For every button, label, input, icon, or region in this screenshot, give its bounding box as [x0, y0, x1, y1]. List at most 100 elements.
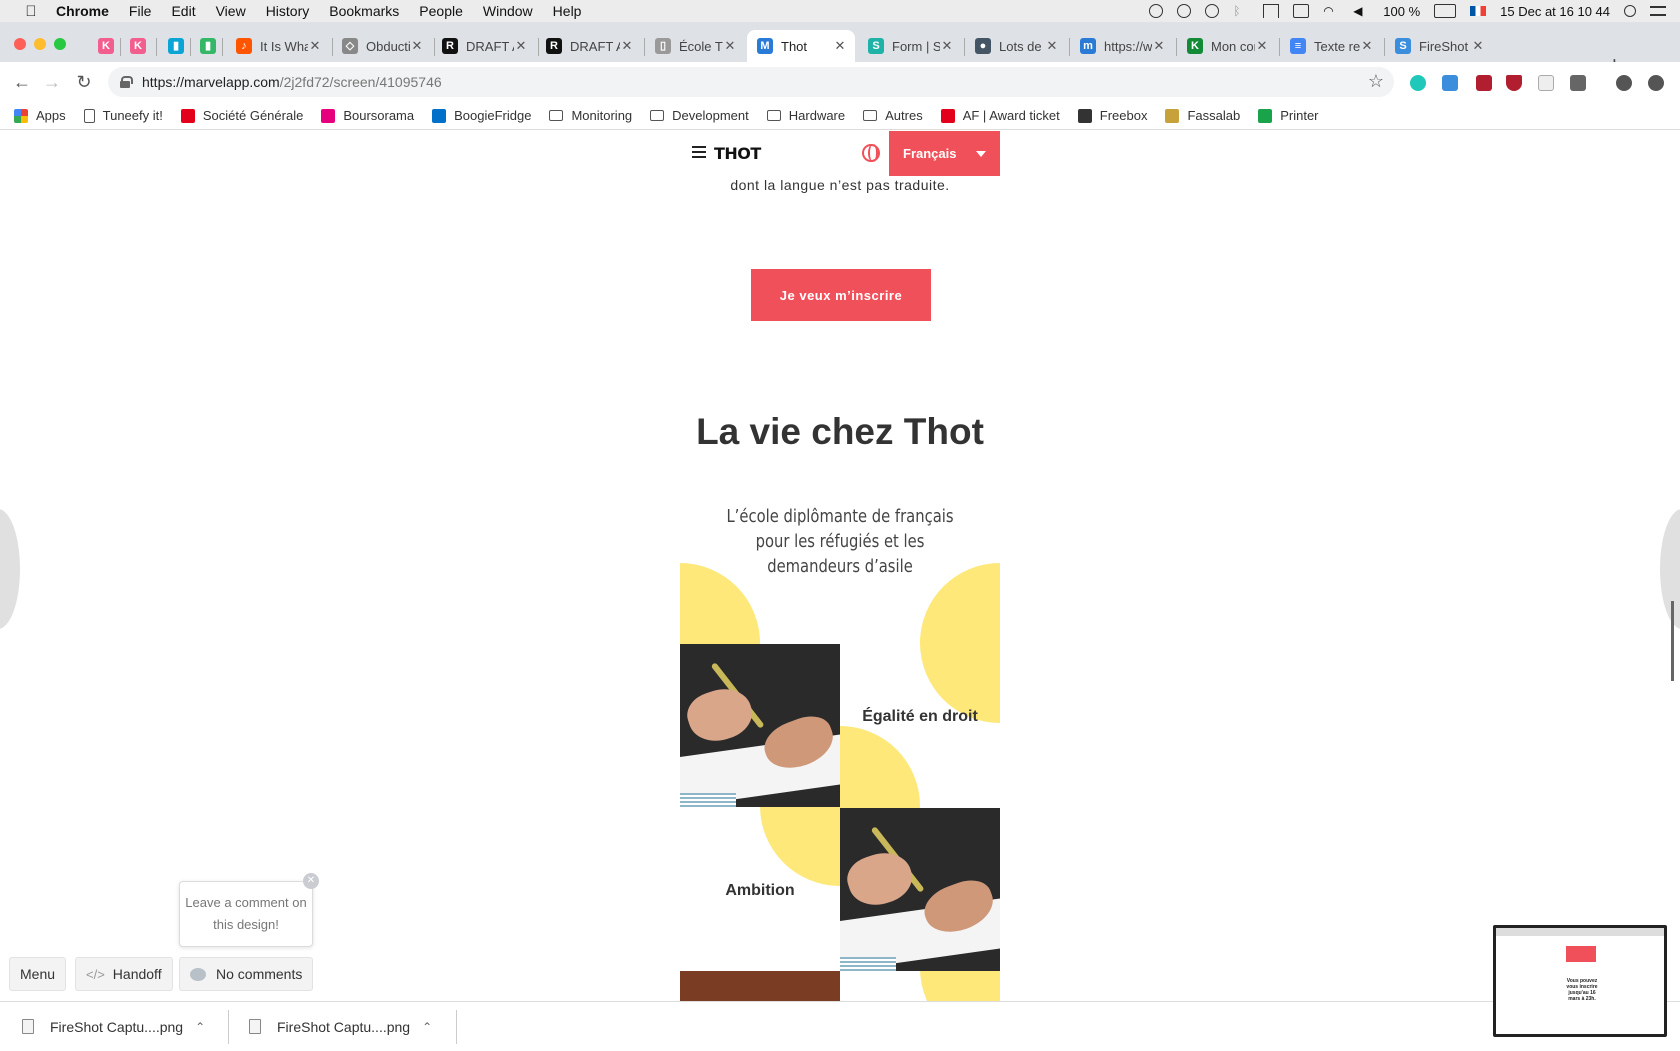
update-icon[interactable] [1648, 75, 1664, 91]
status-icon[interactable] [1177, 4, 1192, 18]
tab-close-icon[interactable]: ✕ [940, 38, 954, 54]
menu-history[interactable]: History [266, 3, 310, 19]
bookmark-star-icon[interactable]: ☆ [1368, 71, 1384, 92]
menu-edit[interactable]: Edit [171, 3, 195, 19]
flag-icon[interactable] [1470, 6, 1487, 16]
menu-bookmarks[interactable]: Bookmarks [329, 3, 399, 19]
spotlight-search-icon[interactable] [1624, 5, 1636, 17]
lock-icon[interactable] [120, 76, 133, 88]
comments-button[interactable]: No comments [179, 957, 314, 991]
bookmark-9[interactable]: AF | Award ticket [940, 108, 1060, 123]
handoff-button[interactable]: </> Handoff [75, 957, 173, 991]
bookmark-11[interactable]: Fassalab [1165, 108, 1240, 123]
tab-close-icon[interactable]: ✕ [833, 38, 847, 54]
bookmark-5[interactable]: Monitoring [549, 108, 632, 123]
signup-button[interactable]: Je veux m’inscrire [751, 269, 931, 321]
bookmark-2[interactable]: Société Générale [180, 108, 303, 123]
bookmark-8[interactable]: Autres [863, 108, 923, 123]
keyboard-icon[interactable] [1293, 4, 1310, 18]
time-machine-icon[interactable] [1205, 4, 1220, 18]
tab-close-icon[interactable]: ✕ [1045, 38, 1059, 54]
download-item[interactable]: FireShot Captu....png ⌃ [249, 1002, 432, 1051]
menu-app[interactable]: Chrome [56, 3, 109, 19]
minimize-window-button[interactable] [34, 38, 46, 50]
tab-3[interactable]: ▮ [190, 30, 220, 62]
scribe-extension-icon[interactable] [1570, 75, 1586, 91]
tab-0[interactable]: K [88, 30, 118, 62]
chevron-up-icon[interactable]: ⌃ [422, 1020, 432, 1034]
tab-1[interactable]: K [120, 30, 154, 62]
bookmark-6[interactable]: Development [650, 108, 749, 123]
tab-close-icon[interactable]: ✕ [1152, 38, 1166, 54]
tab-12[interactable]: m https://w ✕ [1070, 30, 1174, 62]
clock[interactable]: 15 Dec at 16 10 44 [1500, 4, 1610, 19]
maximize-window-button[interactable] [54, 38, 66, 50]
close-window-button[interactable] [14, 38, 26, 50]
wifi-icon[interactable]: ◠ [1323, 4, 1339, 18]
address-bar[interactable]: https://marvelapp.com/2j2fd72/screen/410… [108, 67, 1394, 97]
tab-8[interactable]: ▯ École Th✕ [645, 30, 745, 62]
tab-close-icon[interactable]: ✕ [308, 38, 322, 54]
tab-close-icon[interactable]: ✕ [620, 38, 634, 54]
tab-2[interactable]: ▮ [158, 30, 188, 62]
tab-5[interactable]: ◇ Obductic✕ [332, 30, 432, 62]
reload-icon[interactable]: ↻ [72, 70, 96, 94]
volume-icon[interactable]: ◀ [1353, 4, 1369, 18]
close-icon[interactable]: ✕ [303, 873, 319, 889]
apps-grid-icon [14, 108, 28, 123]
marvel-menu-button[interactable]: Menu [9, 957, 67, 991]
tab-11[interactable]: ● Lots de ✕ [965, 30, 1067, 62]
menu-window[interactable]: Window [483, 3, 533, 19]
tab-7[interactable]: R DRAFT A ✕ [536, 30, 642, 62]
notification-center-icon[interactable] [1650, 6, 1666, 16]
next-screen-button[interactable] [1660, 509, 1680, 629]
tab-6[interactable]: R DRAFT A✕ [432, 30, 536, 62]
bluetooth-icon[interactable]: ᛒ [1233, 4, 1249, 18]
tab-4[interactable]: ♪ It Is Wha ✕ [226, 30, 330, 62]
menu-file[interactable]: File [129, 3, 152, 19]
status-icon[interactable] [1149, 4, 1164, 18]
tab-15[interactable]: S FireShot ✕ [1385, 30, 1493, 62]
bookmark-0[interactable]: Apps [14, 108, 66, 123]
tab-close-icon[interactable]: ✕ [514, 38, 528, 54]
battery-icon[interactable] [1434, 4, 1457, 18]
marvel-extension-icon[interactable] [1410, 75, 1426, 91]
menu-people[interactable]: People [419, 3, 463, 19]
battery-percent[interactable]: 100 % [1383, 4, 1420, 19]
forward-icon[interactable]: → [40, 70, 64, 94]
fireshot-extension-icon[interactable] [1442, 75, 1458, 91]
tab-close-icon[interactable]: ✕ [1360, 38, 1374, 54]
bookmark-3[interactable]: Boursorama [321, 108, 414, 123]
chevron-up-icon[interactable]: ⌃ [195, 1020, 205, 1034]
bookmark-4[interactable]: BoogieFridge [432, 108, 531, 123]
tab-close-icon[interactable]: ✕ [410, 38, 424, 54]
globe-icon[interactable] [862, 144, 880, 162]
tab-close-icon[interactable]: ✕ [1255, 38, 1269, 54]
bookmark-1[interactable]: Tuneefy it! [83, 108, 163, 123]
bookmark-12[interactable]: Printer [1258, 108, 1319, 123]
shield-extension-icon[interactable] [1506, 75, 1522, 91]
tab-9[interactable]: M Thot ✕ [747, 30, 855, 62]
json-extension-icon[interactable] [1538, 75, 1554, 91]
profile-avatar-icon[interactable] [1616, 75, 1632, 91]
bookmark-10[interactable]: Freebox [1077, 108, 1147, 123]
back-icon[interactable]: ← [10, 70, 34, 94]
tab-10[interactable]: S Form | Sl ✕ [858, 30, 962, 62]
apple-menu-icon[interactable]:  [22, 3, 40, 20]
tab-13[interactable]: K Mon con✕ [1177, 30, 1277, 62]
language-selector[interactable]: Français [889, 131, 1000, 176]
download-item[interactable]: FireShot Captu....png ⌃ [22, 1002, 205, 1051]
hamburger-menu-icon[interactable] [692, 146, 706, 158]
bookmark-7[interactable]: Hardware [766, 108, 845, 123]
tab-close-icon[interactable]: ✕ [723, 38, 737, 54]
menu-view[interactable]: View [216, 3, 246, 19]
menu-help[interactable]: Help [553, 3, 582, 19]
airplay-icon[interactable] [1263, 4, 1280, 18]
scrollbar-thumb[interactable] [1671, 601, 1674, 681]
tab-14[interactable]: ≡ Texte ref ✕ [1280, 30, 1382, 62]
lastpass-extension-icon[interactable] [1476, 75, 1492, 91]
tab-close-icon[interactable]: ✕ [1471, 38, 1485, 54]
screenshot-preview[interactable]: Vous pouvez vous inscrire jusqu'au 16 ma… [1493, 925, 1667, 1037]
prev-screen-button[interactable] [0, 509, 20, 629]
thot-logo[interactable]: THOT [714, 144, 761, 163]
